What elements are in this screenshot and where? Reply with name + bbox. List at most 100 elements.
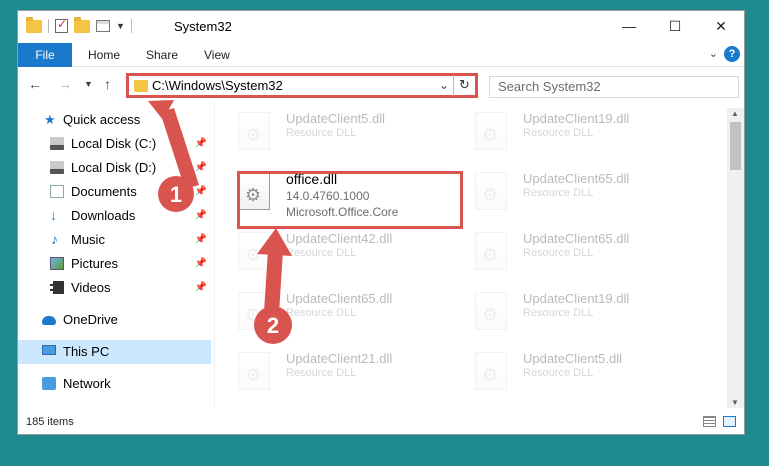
sidebar-item-label: Network (63, 376, 111, 391)
address-history-chevron-icon[interactable]: ⌄ (439, 78, 449, 92)
this-pc-icon (42, 345, 56, 355)
scroll-up-arrow-icon[interactable]: ▲ (731, 109, 739, 118)
dll-file-icon (238, 112, 270, 150)
refresh-icon[interactable]: ↻ (453, 75, 475, 96)
sidebar-item-label: Videos (71, 280, 111, 295)
file-item[interactable]: UpdateClient5.dll Resource DLL (455, 348, 685, 404)
minimize-button[interactable]: — (606, 11, 652, 43)
dll-file-icon (475, 232, 507, 270)
file-item[interactable]: UpdateClient65.dll Resource DLL (218, 288, 448, 344)
toolbar-separator (48, 19, 49, 33)
file-type: Resource DLL (286, 307, 357, 319)
sidebar-item-label: Local Disk (D:) (71, 160, 157, 175)
sidebar-item-label: Music (71, 232, 105, 247)
file-type: Resource DLL (286, 247, 357, 259)
address-bar[interactable]: C:\Windows\System32 ⌄ ↻ (126, 73, 478, 98)
pin-icon[interactable]: 📌 (195, 204, 207, 228)
ribbon-tabs: File Home Share View ⌄ ? (18, 43, 744, 67)
drive-icon (50, 137, 64, 150)
dll-file-icon (475, 352, 507, 390)
close-button[interactable]: ✕ (698, 11, 744, 43)
sidebar-item-local-disk-d[interactable]: Local Disk (D:) 📌 (18, 156, 211, 180)
scroll-down-arrow-icon[interactable]: ▼ (731, 398, 739, 407)
folder-icon (134, 80, 148, 92)
file-item[interactable]: UpdateClient65.dll Resource DLL (455, 228, 685, 284)
sidebar-item-label: Pictures (71, 256, 118, 271)
large-icons-view-icon[interactable] (723, 416, 736, 427)
file-name: UpdateClient19.dll (523, 111, 630, 126)
tab-share[interactable]: Share (146, 43, 178, 67)
expand-ribbon-chevron-icon[interactable]: ⌄ (709, 47, 718, 60)
sidebar-item-this-pc[interactable]: This PC (18, 340, 211, 364)
tab-home[interactable]: Home (88, 43, 120, 67)
sidebar-item-label: OneDrive (63, 312, 118, 327)
maximize-button[interactable]: ☐ (652, 11, 698, 43)
properties-check-icon[interactable] (55, 17, 68, 33)
new-folder-icon[interactable] (74, 16, 90, 33)
file-type: Resource DLL (286, 367, 357, 379)
sidebar-item-quick-access[interactable]: ★ Quick access (18, 108, 211, 132)
sidebar-item-music[interactable]: ♪ Music 📌 (18, 228, 211, 252)
pin-icon[interactable]: 📌 (195, 180, 207, 204)
dll-file-icon (238, 292, 270, 330)
properties-icon[interactable] (96, 20, 110, 32)
pin-icon[interactable]: 📌 (195, 252, 207, 276)
sidebar-item-label: Quick access (63, 112, 141, 127)
sidebar-item-videos[interactable]: Videos 📌 (18, 276, 211, 300)
pin-icon[interactable]: 📌 (195, 156, 207, 180)
file-name: UpdateClient5.dll (286, 111, 386, 126)
dll-file-icon (238, 352, 270, 390)
file-list: UpdateClient5.dll Resource DLL office.dl… (218, 108, 728, 408)
file-item[interactable]: UpdateClient65.dll Resource DLL (455, 168, 685, 224)
scrollbar-thumb[interactable] (730, 122, 741, 170)
tab-file[interactable]: File (18, 43, 72, 67)
forward-arrow-icon[interactable]: → (58, 76, 72, 92)
file-item[interactable]: UpdateClient21.dll Resource DLL (218, 348, 448, 404)
file-item[interactable]: UpdateClient5.dll Resource DLL (218, 108, 448, 164)
tab-view[interactable]: View (204, 43, 230, 67)
sidebar-item-label: Documents (71, 184, 137, 199)
help-icon[interactable]: ? (724, 46, 740, 62)
recent-locations-chevron-icon[interactable]: ▼ (84, 79, 93, 89)
sidebar-item-pictures[interactable]: Pictures 📌 (18, 252, 211, 276)
sidebar-item-documents[interactable]: Documents 📌 (18, 180, 211, 204)
file-item[interactable]: UpdateClient42.dll Resource DLL (218, 228, 448, 284)
sidebar-item-local-disk-c[interactable]: Local Disk (C:) 📌 (18, 132, 211, 156)
sidebar-item-label: Downloads (71, 208, 136, 223)
file-item[interactable]: UpdateClient19.dll Resource DLL (455, 288, 685, 344)
sidebar-item-label: This PC (63, 344, 110, 359)
dll-file-icon (475, 112, 507, 150)
file-explorer-window: ▼ System32 — ☐ ✕ File Home Share View ⌄ … (17, 10, 745, 435)
search-input[interactable]: Search System32 (489, 76, 739, 98)
file-name: UpdateClient5.dll (523, 351, 623, 366)
search-placeholder: Search System32 (498, 79, 601, 94)
drive-icon (50, 161, 64, 174)
file-item[interactable]: UpdateClient19.dll Resource DLL (455, 108, 685, 164)
pane-divider[interactable] (214, 102, 215, 408)
vertical-scrollbar[interactable]: ▲ ▼ (727, 108, 744, 408)
file-type: Resource DLL (523, 247, 594, 259)
star-icon: ★ (44, 112, 56, 127)
file-name: UpdateClient65.dll (523, 231, 630, 246)
dll-file-icon (238, 232, 270, 270)
pin-icon[interactable]: 📌 (195, 276, 207, 300)
file-name: UpdateClient65.dll (286, 291, 393, 306)
address-path[interactable]: C:\Windows\System32 (152, 78, 283, 93)
onedrive-icon (42, 316, 56, 325)
details-view-icon[interactable] (703, 416, 716, 427)
back-arrow-icon[interactable]: ← (28, 76, 42, 92)
up-arrow-icon[interactable]: ↑ (104, 76, 111, 92)
sidebar-item-downloads[interactable]: ↓ Downloads 📌 (18, 204, 211, 228)
file-name: UpdateClient19.dll (523, 291, 630, 306)
sidebar-item-network[interactable]: Network (18, 372, 211, 396)
dll-file-icon (475, 292, 507, 330)
file-type: Resource DLL (523, 307, 594, 319)
sidebar-item-onedrive[interactable]: OneDrive (18, 308, 211, 332)
file-name: UpdateClient65.dll (523, 171, 630, 186)
pin-icon[interactable]: 📌 (195, 132, 207, 156)
file-type: Resource DLL (523, 187, 594, 199)
customize-toolbar-dropdown-icon[interactable]: ▼ (116, 21, 125, 31)
quick-access-toolbar: ▼ (26, 16, 132, 33)
videos-icon (50, 281, 64, 294)
pin-icon[interactable]: 📌 (195, 228, 207, 252)
